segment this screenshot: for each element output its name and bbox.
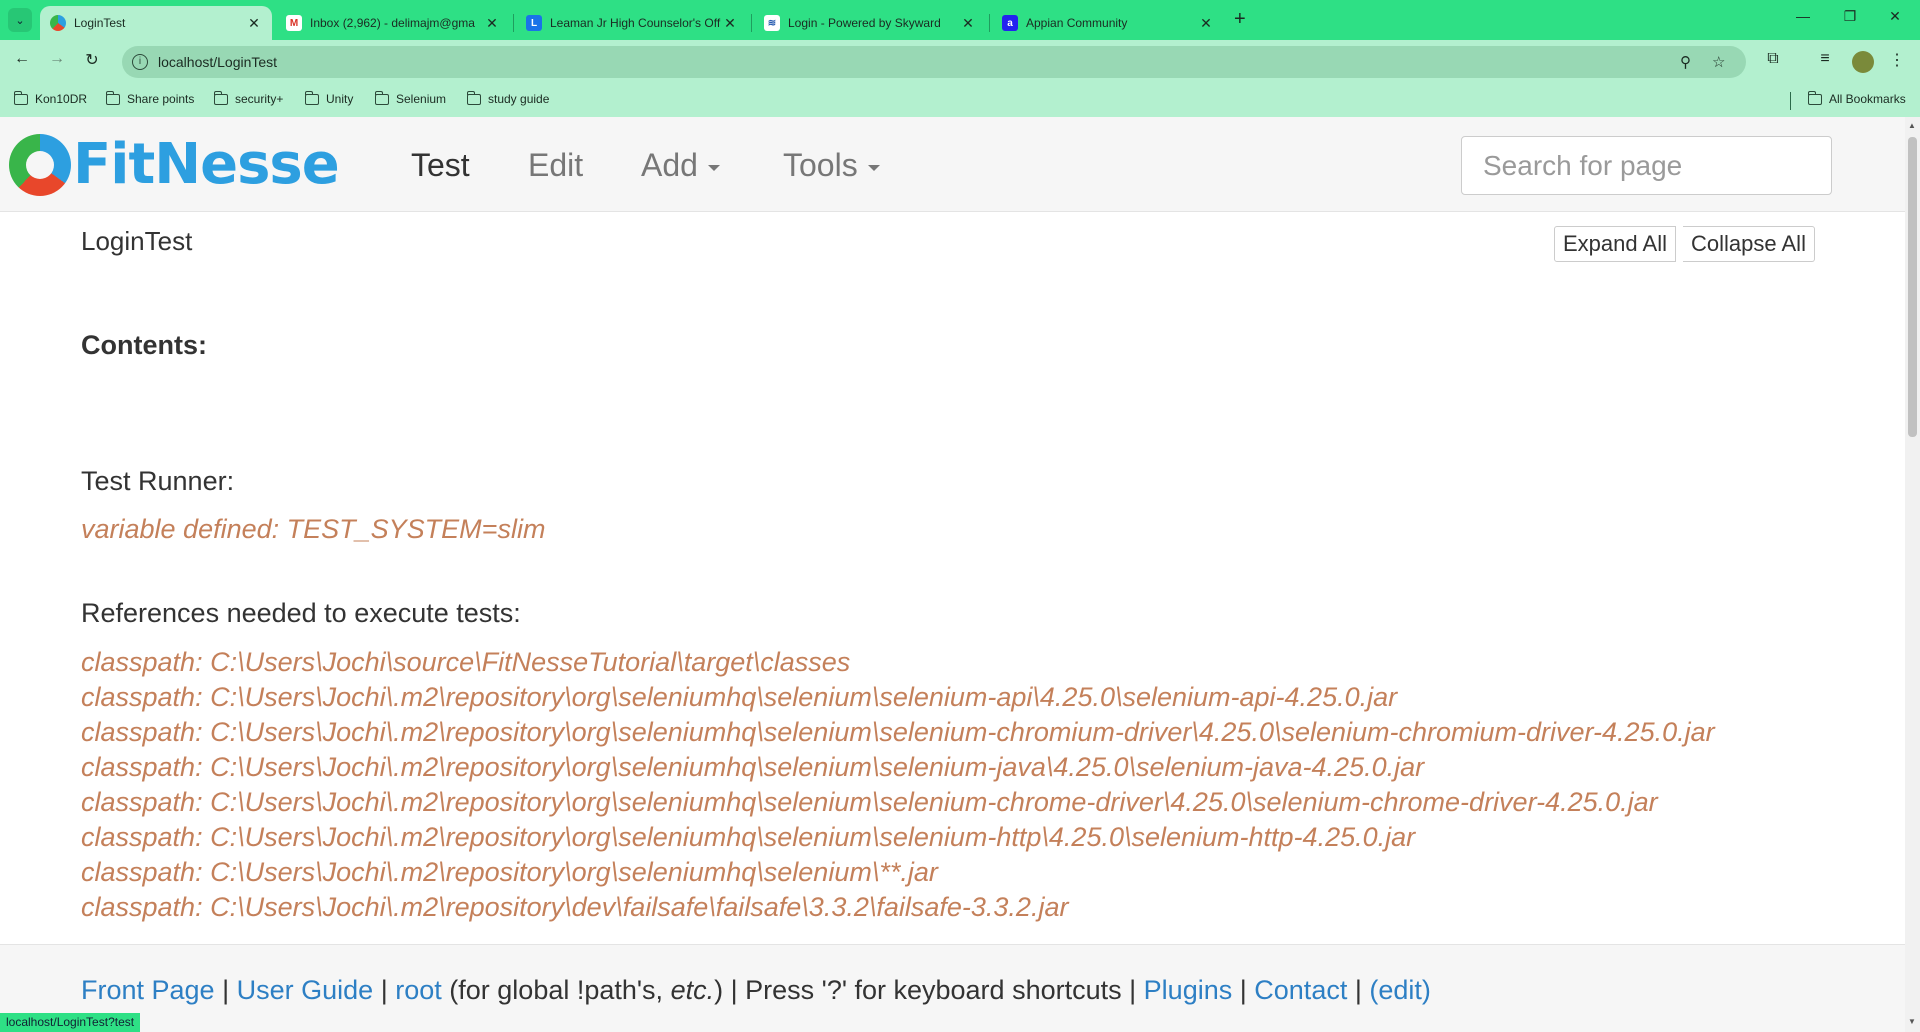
appian-icon: a — [1002, 15, 1018, 31]
footer-separator: | — [1129, 975, 1137, 1005]
expand-all-button[interactable]: Expand All — [1554, 226, 1676, 262]
extensions-icon[interactable]: ⧉ — [1762, 50, 1784, 68]
fitnesse-logo[interactable]: FitNesse — [9, 132, 340, 197]
page-scrollbar[interactable]: ▲ ▼ — [1905, 117, 1920, 1032]
classpath-line: classpath: C:\Users\Jochi\.m2\repository… — [81, 717, 1715, 747]
tab-inbox[interactable]: M Inbox (2,962) - delimajm@gma ✕ — [276, 6, 510, 40]
classpath-line: classpath: C:\Users\Jochi\source\FitNess… — [81, 647, 851, 677]
references-heading: References needed to execute tests: — [81, 598, 521, 628]
tab-counselor[interactable]: L Leaman Jr High Counselor's Off ✕ — [516, 6, 748, 40]
close-icon[interactable]: ✕ — [484, 15, 500, 32]
menu-add[interactable]: Add — [641, 147, 720, 184]
bookmarks-bar: Kon10DR Share points security+ Unity Sel… — [0, 83, 1920, 117]
doc-icon: L — [526, 15, 542, 31]
plugins-link[interactable]: Plugins — [1144, 975, 1233, 1005]
classpath-line: classpath: C:\Users\Jochi\.m2\repository… — [81, 892, 1069, 922]
edit-link[interactable]: (edit) — [1369, 975, 1431, 1005]
tab-logintest[interactable]: LoginTest ✕ — [40, 6, 272, 40]
footer-separator: | — [380, 975, 388, 1005]
scroll-up-icon[interactable]: ▲ — [1908, 121, 1916, 130]
folder-icon — [304, 90, 319, 105]
folder-icon — [105, 90, 120, 105]
back-icon[interactable]: ← — [10, 50, 34, 74]
browser-toolbar: ← → ↻ i localhost/LoginTest ⚲ ☆ ⧉ ≡ ⋮ — [0, 40, 1920, 83]
tab-separator — [989, 14, 990, 32]
bookmark-folder[interactable]: Share points — [105, 90, 194, 106]
tab-appian[interactable]: a Appian Community ✕ — [992, 6, 1224, 40]
classpath-line: classpath: C:\Users\Jochi\.m2\repository… — [81, 682, 1398, 712]
caret-down-icon — [707, 164, 720, 171]
front-page-link[interactable]: Front Page — [81, 975, 215, 1005]
forward-icon[interactable]: → — [45, 50, 69, 74]
page-footer: Front Page | User Guide | root (for glob… — [0, 944, 1905, 1032]
classpath-line: classpath: C:\Users\Jochi\.m2\repository… — [81, 752, 1425, 782]
contents-heading: Contents: — [81, 330, 207, 360]
zoom-icon[interactable]: ⚲ — [1680, 53, 1691, 71]
menu-kebab-icon[interactable]: ⋮ — [1886, 50, 1908, 70]
collapse-all-button[interactable]: Collapse All — [1683, 226, 1815, 262]
footer-separator: | — [730, 975, 738, 1005]
bookmark-folder[interactable]: study guide — [466, 90, 549, 106]
bookmarks-separator — [1790, 92, 1791, 110]
footer-separator: | — [1239, 975, 1247, 1005]
folder-icon — [13, 90, 28, 105]
close-icon[interactable]: ✕ — [960, 15, 976, 32]
media-control-icon[interactable]: ≡ — [1814, 50, 1836, 68]
menu-tools[interactable]: Tools — [783, 147, 880, 184]
footer-links: Front Page | User Guide | root (for glob… — [81, 975, 1431, 1006]
bookmark-folder[interactable]: Unity — [304, 90, 353, 106]
bookmark-folder[interactable]: security+ — [213, 90, 283, 106]
tab-skyward[interactable]: ≋ Login - Powered by Skyward ✕ — [754, 6, 986, 40]
bookmark-folder[interactable]: Selenium — [374, 90, 446, 106]
new-tab-icon[interactable]: + — [1234, 8, 1246, 31]
reload-icon[interactable]: ↻ — [80, 50, 104, 74]
all-bookmarks[interactable]: All Bookmarks — [1807, 90, 1906, 106]
skyward-icon: ≋ — [764, 15, 780, 31]
folder-icon — [466, 90, 481, 105]
test-system-variable: variable defined: TEST_SYSTEM=slim — [81, 514, 546, 544]
gmail-icon: M — [286, 15, 302, 31]
profile-avatar[interactable] — [1852, 51, 1874, 73]
test-runner-heading: Test Runner: — [81, 466, 235, 496]
fitnesse-logo-icon — [9, 133, 71, 196]
folder-icon — [1807, 90, 1822, 105]
root-link[interactable]: root — [395, 975, 442, 1005]
minimize-icon[interactable]: — — [1780, 8, 1826, 24]
close-icon[interactable]: ✕ — [246, 15, 262, 32]
fitnesse-icon — [50, 15, 66, 31]
caret-down-icon — [867, 164, 880, 171]
menu-edit[interactable]: Edit — [528, 147, 583, 184]
bookmark-star-icon[interactable]: ☆ — [1712, 53, 1725, 71]
root-note: (for global !path's, etc.) — [449, 975, 724, 1005]
fitnesse-header: FitNesse Test Edit Add Tools — [0, 117, 1905, 212]
browser-tab-bar: ⌄ LoginTest ✕ M Inbox (2,962) - delimajm… — [0, 0, 1920, 40]
folder-icon — [374, 90, 389, 105]
site-info-icon[interactable]: i — [132, 54, 148, 70]
classpath-line: classpath: C:\Users\Jochi\.m2\repository… — [81, 787, 1658, 817]
address-bar[interactable]: i localhost/LoginTest ⚲ ☆ — [122, 46, 1746, 78]
classpath-line: classpath: C:\Users\Jochi\.m2\repository… — [81, 822, 1416, 852]
scrollbar-thumb[interactable] — [1908, 137, 1917, 437]
scroll-down-icon[interactable]: ▼ — [1908, 1017, 1916, 1026]
contact-link[interactable]: Contact — [1254, 975, 1347, 1005]
close-icon[interactable]: ✕ — [1198, 15, 1214, 32]
search-input[interactable] — [1461, 136, 1832, 195]
menu-test[interactable]: Test — [411, 147, 470, 184]
footer-separator: | — [222, 975, 230, 1005]
footer-separator: | — [1354, 975, 1362, 1005]
close-window-icon[interactable]: ✕ — [1872, 8, 1918, 25]
tab-separator — [751, 14, 752, 32]
restore-icon[interactable]: ❐ — [1827, 8, 1873, 25]
bookmark-folder[interactable]: Kon10DR — [13, 90, 87, 106]
folder-icon — [213, 90, 228, 105]
shortcuts-hint: Press '?' for keyboard shortcuts — [745, 975, 1122, 1005]
page-title: LoginTest — [81, 226, 193, 256]
tab-separator — [513, 14, 514, 32]
status-url: localhost/LoginTest?test — [0, 1013, 141, 1032]
classpath-line: classpath: C:\Users\Jochi\.m2\repository… — [81, 857, 938, 887]
tab-search-icon[interactable]: ⌄ — [8, 8, 32, 32]
address-url[interactable]: localhost/LoginTest — [158, 54, 277, 70]
user-guide-link[interactable]: User Guide — [237, 975, 374, 1005]
close-icon[interactable]: ✕ — [722, 15, 738, 32]
